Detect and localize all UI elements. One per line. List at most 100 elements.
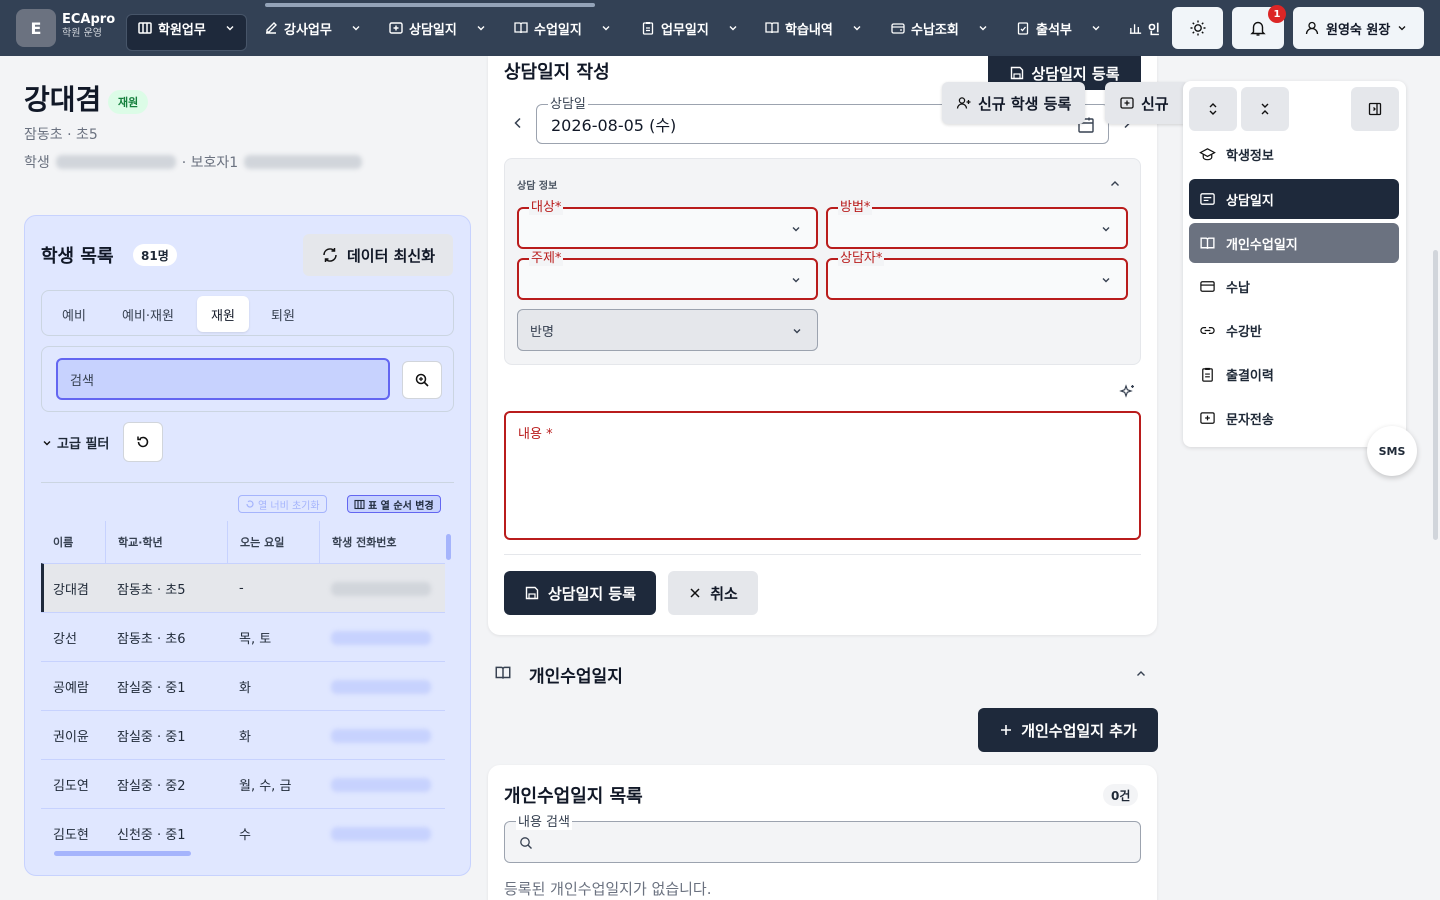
zoom-search-icon	[415, 373, 429, 387]
counselor-select[interactable]: 상담자*	[826, 252, 1128, 300]
refresh-data-button[interactable]: 데이터 최신화	[303, 234, 453, 276]
nav-item-counsel[interactable]: 상담일지	[388, 14, 487, 42]
private-log-list-card: 개인수업일지 목록 0건 내용 검색 등록된 개인수업일지가 없습니다.	[488, 765, 1157, 900]
side-item-attendance-history[interactable]: 출결이력	[1189, 354, 1399, 394]
nav-item-attendance[interactable]: 출석부	[1015, 14, 1102, 42]
column-header-days[interactable]: 오는 요일	[227, 521, 319, 563]
ai-assist-button[interactable]	[1119, 383, 1137, 401]
chevron-down-icon	[477, 26, 485, 31]
chevron-down-icon	[1102, 227, 1110, 232]
side-item-label: 수납	[1226, 280, 1250, 296]
side-item-student-info[interactable]: 학생정보	[1189, 134, 1399, 174]
new-counsel-button[interactable]: 신규	[1105, 82, 1185, 124]
table-row[interactable]: 김도연 잠실중 · 중2 월, 수, 금	[41, 759, 445, 808]
method-select[interactable]: 방법*	[826, 201, 1128, 249]
nav-item-payment[interactable]: 수납조회	[890, 14, 989, 42]
search-icon	[520, 837, 532, 849]
topic-select[interactable]: 주제*	[517, 252, 818, 300]
tab-withdrawn[interactable]: 퇴원	[257, 296, 309, 332]
notification-button[interactable]: 1	[1232, 5, 1286, 49]
edit-icon	[266, 22, 277, 34]
advanced-filter-toggle[interactable]: 고급 필터	[41, 433, 109, 452]
wallet-icon	[891, 23, 905, 34]
theme-toggle-button[interactable]	[1172, 7, 1223, 49]
chevron-up-icon	[1137, 671, 1145, 676]
student-contact-line: 학생 · 보호자1	[24, 152, 363, 172]
side-item-class[interactable]: 수강반	[1189, 310, 1399, 350]
side-item-counsel-log[interactable]: 상담일지	[1189, 179, 1399, 219]
private-log-search-input[interactable]	[504, 821, 1141, 863]
new-student-button[interactable]: 신규 학생 등록	[942, 82, 1086, 124]
column-header-name[interactable]: 이름	[41, 521, 105, 563]
nav-item-teacher[interactable]: 강사업무	[263, 14, 362, 42]
table-row[interactable]: 권이윤 잠실중 · 중1 화	[41, 710, 445, 759]
table-row[interactable]: 강대겸 잠동초 · 초5 -	[41, 563, 445, 612]
search-button[interactable]	[402, 361, 442, 399]
nav-item-truncated[interactable]: 인	[1128, 14, 1160, 42]
table-row[interactable]: 강선 잠동초 · 초6 목, 토	[41, 612, 445, 661]
sms-floating-button[interactable]: SMS	[1367, 426, 1417, 476]
add-private-log-button[interactable]: 개인수업일지 추가	[978, 708, 1158, 752]
cell-school: 잠동초 · 초6	[117, 632, 186, 647]
phone-redacted	[331, 777, 431, 792]
nav-item-academy[interactable]: 학원업무	[137, 14, 236, 42]
side-item-send-sms[interactable]: 문자전송	[1189, 398, 1399, 438]
table-row[interactable]: 김도현 신천중 · 중1 수	[41, 808, 445, 857]
collapse-all-button[interactable]	[1241, 87, 1289, 131]
cell-school: 잠실중 · 중2	[117, 779, 186, 794]
cancel-button[interactable]: 취소	[668, 571, 758, 615]
chevron-down-icon	[792, 278, 800, 283]
side-item-private-log[interactable]: 개인수업일지	[1189, 223, 1399, 263]
content-textarea[interactable]: 내용 *	[504, 411, 1141, 540]
nav-item-work-log[interactable]: 업무일지	[640, 14, 739, 42]
table-horizontal-scrollbar[interactable]	[54, 851, 191, 856]
toggle-panel-button[interactable]	[1351, 87, 1399, 131]
nav-item-study-history[interactable]: 학습내역	[764, 14, 863, 42]
nav-scroll-track[interactable]	[265, 3, 595, 7]
table-vertical-scrollbar[interactable]	[446, 534, 451, 560]
book-open-icon	[1200, 236, 1215, 249]
chevron-down-icon	[1092, 26, 1100, 31]
cell-name: 공예람	[53, 681, 89, 696]
counsel-info-title: 상담 정보	[517, 181, 558, 192]
graduation-cap-icon	[1199, 147, 1216, 160]
reset-column-width-button[interactable]: 열 너비 초기화	[238, 495, 327, 513]
side-item-payment[interactable]: 수납	[1189, 266, 1399, 306]
collapse-private-log-button[interactable]	[1134, 667, 1148, 681]
page-vertical-scrollbar[interactable]	[1433, 250, 1438, 540]
column-header-school[interactable]: 학교·학년	[105, 521, 227, 563]
status-tabs: 예비 예비·재원 재원 퇴원	[41, 290, 454, 336]
cell-phone	[319, 809, 431, 858]
side-item-label: 개인수업일지	[1226, 237, 1298, 253]
collapse-info-button[interactable]	[1108, 177, 1122, 191]
book-icon	[514, 22, 528, 34]
private-log-section-icon	[494, 664, 512, 682]
form-divider	[504, 554, 1141, 555]
table-row[interactable]: 공예람 잠실중 · 중1 화	[41, 661, 445, 710]
chevrons-up-down-icon	[1209, 103, 1217, 115]
class-select[interactable]: 반명	[517, 309, 818, 351]
tab-prospective[interactable]: 예비	[48, 296, 100, 332]
reset-filter-button[interactable]	[123, 422, 163, 462]
prev-date-button[interactable]	[510, 115, 526, 131]
user-name: 원영숙 원장	[1326, 22, 1391, 38]
expand-all-button[interactable]	[1189, 87, 1237, 131]
cell-days: -	[239, 581, 244, 596]
top-navigation-bar: E ECApro 학원 운영 학원업무 강사업무 상담일지 수업일지 업무일지 …	[0, 0, 1440, 56]
user-menu-button[interactable]: 원영숙 원장	[1293, 7, 1424, 49]
app-logo[interactable]: E	[16, 9, 56, 47]
student-phone-label: 학생	[24, 155, 50, 171]
cell-school: 잠실중 · 중1	[117, 730, 186, 745]
nav-item-class-log[interactable]: 수업일지	[513, 14, 612, 42]
change-column-order-button[interactable]: 표 열 순서 변경	[347, 495, 441, 513]
tab-prospective-enrolled[interactable]: 예비·재원	[108, 296, 188, 332]
column-header-phone[interactable]: 학생 전화번호	[319, 521, 445, 563]
book-open-icon	[495, 666, 511, 679]
tab-enrolled[interactable]: 재원	[197, 296, 249, 332]
submit-counsel-button[interactable]: 상담일지 등록	[504, 571, 656, 615]
student-search-input[interactable]: 검색	[56, 358, 390, 400]
panel-right-icon	[1368, 102, 1382, 116]
change-column-order-label: 표 열 순서 변경	[368, 500, 434, 512]
chevron-left-icon	[514, 117, 521, 129]
target-select[interactable]: 대상*	[517, 201, 818, 249]
